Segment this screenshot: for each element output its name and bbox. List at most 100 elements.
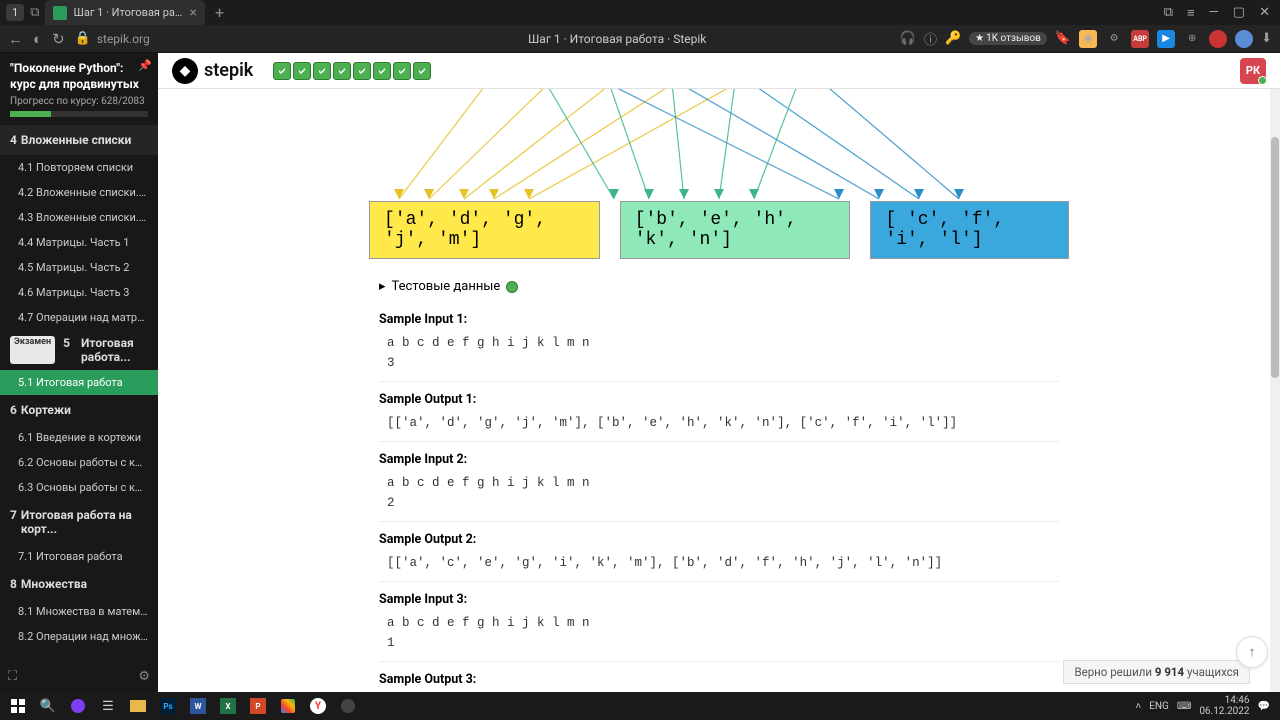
fullscreen-icon[interactable]: ⛶: [8, 669, 17, 684]
new-tab-mini-icon[interactable]: ⧉: [30, 5, 39, 20]
ext-icon-2[interactable]: ⚙: [1105, 30, 1123, 48]
reload-icon[interactable]: ↻: [52, 30, 65, 48]
sample-input-3: a b c d e f g h i j k l m n 1: [379, 611, 1059, 662]
section-5[interactable]: Экзамен5 Итоговая работа...: [0, 330, 158, 370]
user-avatar[interactable]: РК: [1240, 58, 1266, 84]
nav-item-4-6[interactable]: 4.6 Матрицы. Часть 3: [0, 280, 158, 305]
step-5[interactable]: [353, 62, 371, 80]
nav-item-6-2[interactable]: 6.2 Основы работы с корт...: [0, 450, 158, 475]
window-close-icon[interactable]: ✕: [1259, 5, 1270, 20]
tab-counter[interactable]: 1: [6, 4, 24, 21]
section-8[interactable]: 8 Множества: [0, 569, 158, 599]
tray-keyboard-icon[interactable]: ⌨: [1177, 701, 1191, 712]
section-6[interactable]: 6 Кортежи: [0, 395, 158, 425]
logo-icon: ◆: [172, 58, 198, 84]
section-4[interactable]: 4 Вложенные списки: [0, 125, 158, 155]
diagram-box-3: [ 'c', 'f', 'i', 'l']: [870, 201, 1069, 259]
new-tab-button[interactable]: +: [215, 3, 224, 22]
window-maximize-icon[interactable]: ▢: [1233, 5, 1245, 20]
step-1[interactable]: [273, 62, 291, 80]
sample-output-1-label: Sample Output 1:: [379, 386, 1059, 411]
key-icon[interactable]: 🔑: [945, 31, 961, 46]
task-word[interactable]: W: [184, 694, 212, 718]
status-dot-green: [506, 281, 518, 293]
pin-icon[interactable]: 📌: [138, 59, 152, 72]
url-text: stepik.org: [97, 32, 150, 46]
sample-input-2: a b c d e f g h i j k l m n 2: [379, 471, 1059, 522]
browser-tab[interactable]: Шаг 1 · Итоговая рабо... ×: [45, 0, 204, 25]
headphones-icon[interactable]: 🎧: [900, 31, 916, 46]
nav-item-4-5[interactable]: 4.5 Матрицы. Часть 2: [0, 255, 158, 280]
task-app-4[interactable]: [334, 694, 362, 718]
task-powerpoint[interactable]: P: [244, 694, 272, 718]
nav-item-4-7[interactable]: 4.7 Операции над матрица...: [0, 305, 158, 330]
tab-title: Шаг 1 · Итоговая рабо...: [73, 6, 183, 19]
task-app-2[interactable]: ☰: [94, 694, 122, 718]
scrollbar[interactable]: [1270, 89, 1280, 692]
nav-item-4-1[interactable]: 4.1 Повторяем списки: [0, 155, 158, 180]
window-minimize-icon[interactable]: —: [1209, 5, 1219, 20]
bookmark-icon[interactable]: 🔖: [1055, 31, 1071, 46]
top-header: ◆ stepik РК: [158, 53, 1280, 89]
task-excel[interactable]: X: [214, 694, 242, 718]
tray-chevron-icon[interactable]: ˄: [1135, 701, 1141, 712]
url-box[interactable]: 🔒 stepik.org: [75, 31, 335, 46]
scroll-top-button[interactable]: ↑: [1236, 636, 1268, 668]
sample-input-1-label: Sample Input 1:: [379, 306, 1059, 331]
step-3[interactable]: [313, 62, 331, 80]
ext-icon-1[interactable]: ◉: [1079, 30, 1097, 48]
nav-item-5-1[interactable]: 5.1 Итоговая работа: [0, 370, 158, 395]
nav-item-4-2[interactable]: 4.2 Вложенные списки. Ча...: [0, 180, 158, 205]
ext-icon-3[interactable]: ▶: [1157, 30, 1175, 48]
tray-notifications-icon[interactable]: 💬: [1258, 701, 1270, 712]
step-6[interactable]: [373, 62, 391, 80]
sample-input-1: a b c d e f g h i j k l m n 3: [379, 331, 1059, 382]
nav-item-4-3[interactable]: 4.3 Вложенные списки. Ча...: [0, 205, 158, 230]
nav-item-7-1[interactable]: 7.1 Итоговая работа: [0, 544, 158, 569]
logo[interactable]: ◆ stepik: [172, 58, 253, 84]
task-app-3[interactable]: [274, 694, 302, 718]
task-photoshop[interactable]: Ps: [154, 694, 182, 718]
course-progress: Прогресс по курсу: 628/2083: [10, 96, 148, 107]
tray-lang[interactable]: ENG: [1149, 701, 1169, 712]
step-nav: [273, 62, 431, 80]
start-button[interactable]: [4, 694, 32, 718]
nav-item-4-4[interactable]: 4.4 Матрицы. Часть 1: [0, 230, 158, 255]
search-icon[interactable]: 🔍: [34, 694, 62, 718]
course-title: "Поколение Python": курс для продвинутых: [10, 61, 148, 92]
lock-icon: 🔒: [75, 31, 91, 46]
nav-item-6-3[interactable]: 6.3 Основы работы с корт...: [0, 475, 158, 500]
ext-icon-4[interactable]: ⊕: [1183, 30, 1201, 48]
nav-item-8-1[interactable]: 8.1 Множества в математ...: [0, 599, 158, 624]
task-yandex[interactable]: Y: [304, 694, 332, 718]
task-explorer[interactable]: [124, 694, 152, 718]
page-title: Шаг 1 · Итоговая работа · Stepik: [345, 32, 890, 46]
shield-icon[interactable]: ◐: [33, 30, 42, 48]
step-7[interactable]: [393, 62, 411, 80]
task-app-1[interactable]: [64, 694, 92, 718]
step-2[interactable]: [293, 62, 311, 80]
nav-item-6-1[interactable]: 6.1 Введение в кортежи: [0, 425, 158, 450]
test-data-toggle[interactable]: ▸ Тестовые данные: [379, 279, 1059, 294]
downloads-icon[interactable]: ⬇: [1261, 31, 1272, 46]
sample-output-3-label: Sample Output 3:: [379, 666, 1059, 691]
settings-icon[interactable]: ⚙: [138, 669, 150, 684]
menu-icon[interactable]: ≡: [1187, 5, 1195, 21]
sample-input-3-label: Sample Input 3:: [379, 586, 1059, 611]
sample-input-2-label: Sample Input 2:: [379, 446, 1059, 471]
caret-right-icon: ▸: [379, 279, 386, 294]
reviews-badge[interactable]: ★ 1K отзывов: [969, 32, 1047, 45]
back-icon[interactable]: ←: [8, 30, 23, 48]
ext-abp-icon[interactable]: ABP: [1131, 30, 1149, 48]
tab-close-icon[interactable]: ×: [189, 5, 196, 21]
step-8[interactable]: [413, 62, 431, 80]
section-7[interactable]: 7 Итоговая работа на корт...: [0, 500, 158, 544]
step-4[interactable]: [333, 62, 351, 80]
sample-output-2-label: Sample Output 2:: [379, 526, 1059, 551]
ext-icon-6[interactable]: [1235, 30, 1253, 48]
ext-icon-5[interactable]: [1209, 30, 1227, 48]
tray-clock[interactable]: 14:46 06.12.2022: [1199, 695, 1249, 717]
pip-icon[interactable]: ⧉: [1164, 5, 1173, 20]
nav-item-8-2[interactable]: 8.2 Операции над множес...: [0, 624, 158, 649]
translate-icon[interactable]: ⓘ: [924, 29, 937, 48]
